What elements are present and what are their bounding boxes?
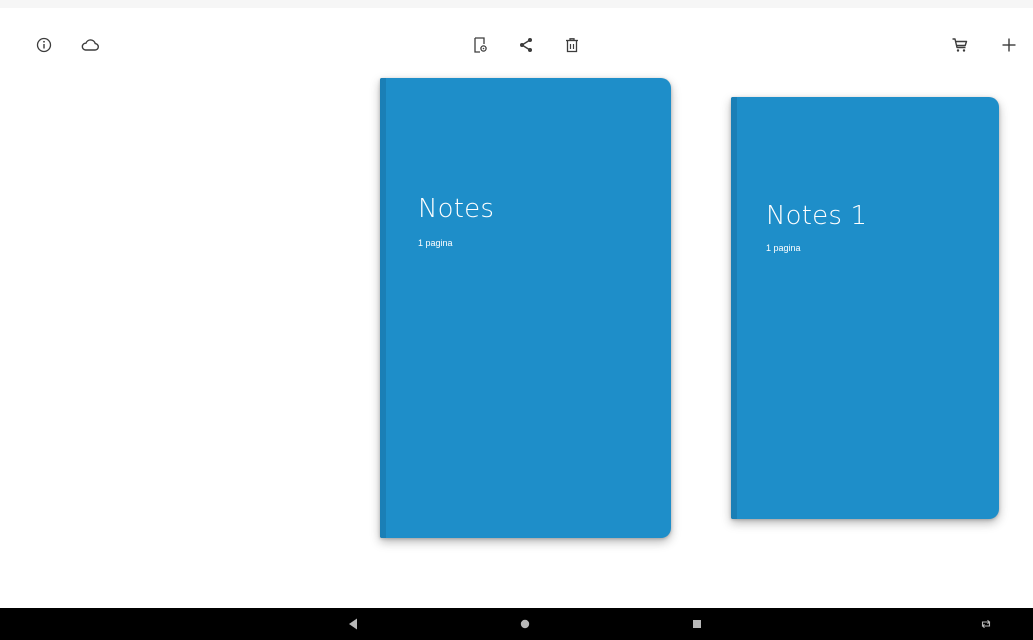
status-strip (0, 0, 1033, 8)
delete-button[interactable] (559, 32, 585, 58)
recents-button[interactable] (677, 608, 717, 640)
top-toolbar (0, 8, 1033, 78)
notebook-spine (731, 97, 737, 519)
notebook-page-count: 1 pagina (766, 243, 801, 253)
home-icon (520, 619, 530, 629)
info-icon (36, 37, 52, 53)
notebook-spine (380, 78, 386, 538)
cloud-icon (80, 37, 100, 53)
share-button[interactable] (513, 32, 539, 58)
add-notebook-button[interactable] (996, 32, 1022, 58)
recents-icon (692, 619, 702, 629)
notebook-settings-button[interactable] (467, 32, 493, 58)
system-navigation-bar (0, 608, 1033, 640)
app-root: Notes 1 pagina Notes 1 1 pagina (0, 0, 1033, 640)
rotate-button[interactable] (966, 608, 1006, 640)
cloud-sync-button[interactable] (77, 32, 103, 58)
notebook-card[interactable]: Notes 1 1 pagina (731, 97, 999, 519)
delete-icon (564, 37, 580, 53)
share-icon (518, 37, 534, 53)
add-icon (1001, 37, 1017, 53)
cart-icon (951, 36, 969, 54)
shop-button[interactable] (947, 32, 973, 58)
notebook-page-count: 1 pagina (418, 238, 453, 248)
back-icon (348, 618, 358, 630)
notebook-card[interactable]: Notes 1 pagina (380, 78, 671, 538)
notebook-title: Notes (418, 194, 495, 224)
info-button[interactable] (31, 32, 57, 58)
home-button[interactable] (505, 608, 545, 640)
notebook-settings-icon (472, 36, 488, 54)
rotate-icon (980, 619, 992, 629)
notebook-title: Notes 1 (766, 201, 868, 231)
back-button[interactable] (333, 608, 373, 640)
